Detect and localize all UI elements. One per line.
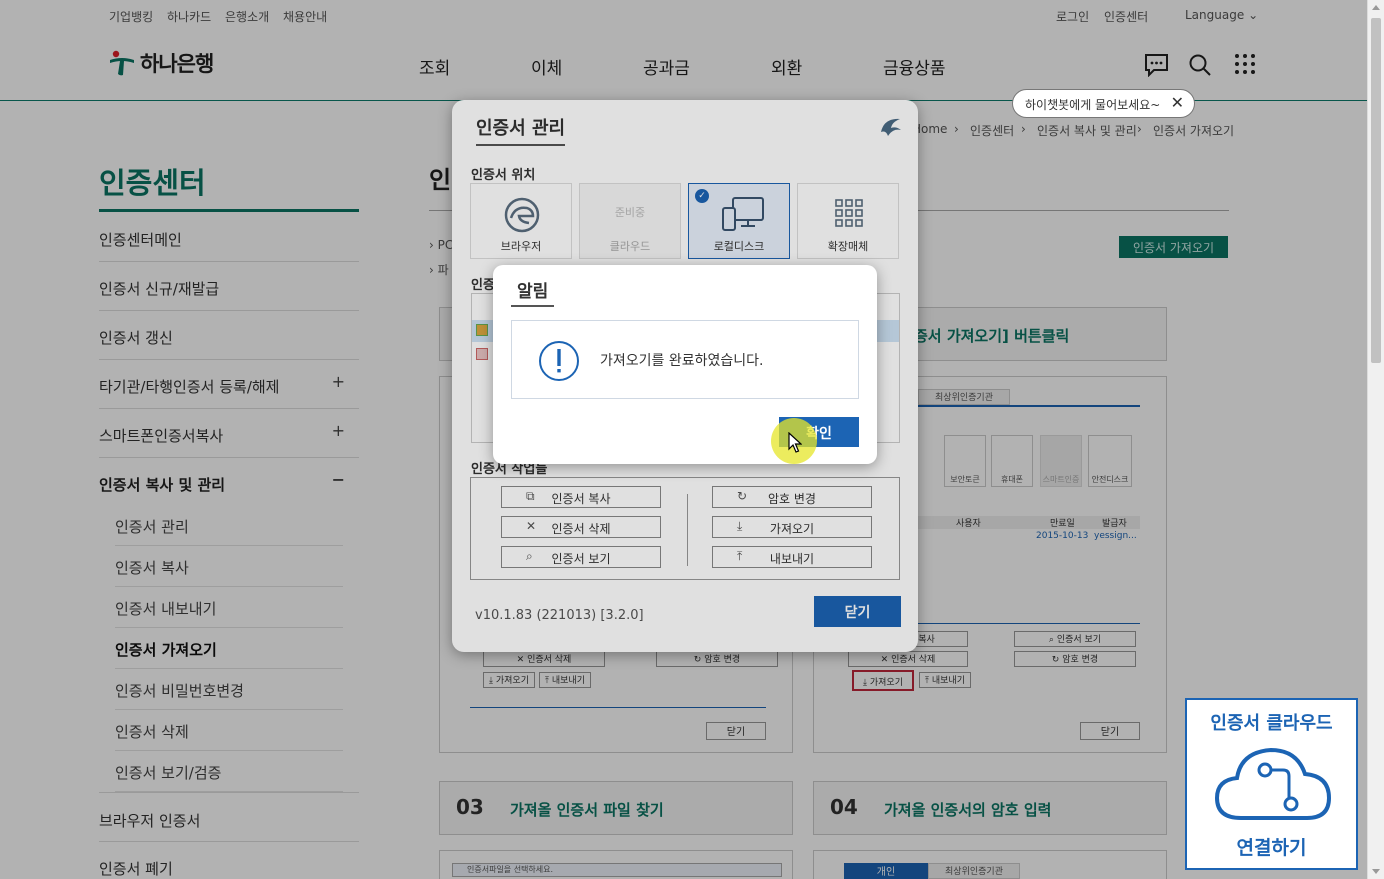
page: 기업뱅킹 하나카드 은행소개 채용안내 로그인 인증센터 Language ⌄ …: [0, 0, 1367, 879]
alert-message: 가져오기를 완료하였습니다.: [600, 353, 764, 369]
scroll-down-icon[interactable]: [1372, 869, 1380, 874]
cert-cloud-title: 인증서 클라우드: [1210, 713, 1333, 734]
exclamation-icon: [539, 341, 579, 381]
alert-message-box: 가져오기를 완료하였습니다.: [511, 320, 859, 399]
cert-cloud-connect: 연결하기: [1236, 837, 1307, 859]
alert-title: 알림: [511, 277, 555, 307]
chatbot-tooltip[interactable]: 하이챗봇에게 물어보세요~ ✕: [1012, 89, 1195, 118]
chatbot-tooltip-text: 하이챗봇에게 물어보세요~: [1025, 98, 1161, 112]
alert-dialog: 알림 가져오기를 완료하였습니다. 확인: [493, 265, 877, 464]
mouse-cursor-icon: [788, 432, 802, 453]
vertical-scrollbar[interactable]: [1367, 0, 1384, 879]
close-icon[interactable]: ✕: [1171, 93, 1184, 112]
scroll-up-icon[interactable]: [1372, 5, 1380, 10]
cloud-icon: [1214, 747, 1332, 820]
cert-cloud-widget[interactable]: 인증서 클라우드 연결하기: [1185, 698, 1358, 870]
scrollbar-thumb[interactable]: [1371, 18, 1381, 363]
